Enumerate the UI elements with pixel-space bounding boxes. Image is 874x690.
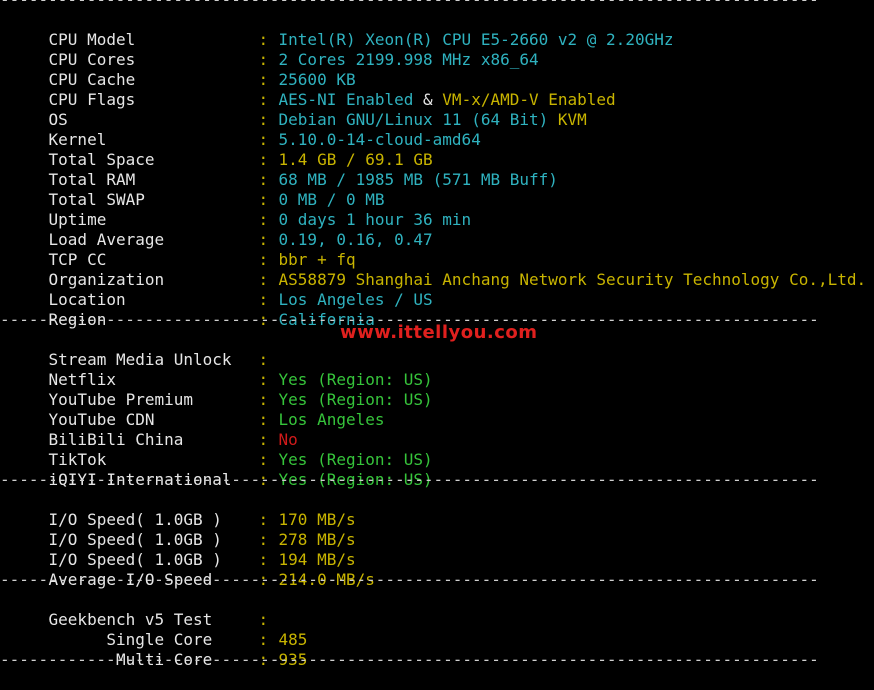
row-kernel: Kernel: 5.10.0-14-cloud-amd64 — [10, 110, 481, 149]
row-cpu-cache: CPU Cache: 25600 KB — [10, 50, 356, 89]
row-geekbench-header: Geekbench v5 Test: — [10, 590, 279, 629]
row-io-3: I/O Speed( 1.0GB ): 194 MB/s — [10, 530, 356, 569]
terminal-window[interactable]: ----------------------------------------… — [0, 0, 874, 670]
row-total-space: Total Space: 1.4 GB / 69.1 GB — [10, 130, 433, 169]
row-cpu-cores: CPU Cores: 2 Cores 2199.998 MHz x86_64 — [10, 30, 539, 69]
row-os: OS: Debian GNU/Linux 11 (64 Bit) KVM — [10, 90, 587, 129]
row-io-2: I/O Speed( 1.0GB ): 278 MB/s — [10, 510, 356, 549]
row-total-ram: Total RAM: 68 MB / 1985 MB (571 MB Buff) — [10, 150, 558, 189]
row-total-swap: Total SWAP: 0 MB / 0 MB — [10, 170, 385, 209]
divider-bottom: ----------------------------------------… — [0, 650, 820, 669]
divider-2: ----------------------------------------… — [0, 470, 820, 489]
row-cpu-model: CPU Model: Intel(R) Xeon(R) CPU E5-2660 … — [10, 10, 674, 49]
row-netflix: Netflix: Yes (Region: US) — [10, 350, 433, 389]
row-single-core: Single Core: 485 — [10, 610, 307, 649]
divider-top: ----------------------------------------… — [0, 0, 820, 10]
row-stream-header: Stream Media Unlock: — [10, 330, 279, 369]
row-multi-core: Multi Core: 935 — [10, 630, 307, 669]
row-region: Region: California — [10, 290, 375, 329]
row-location: Location: Los Angeles / US — [10, 270, 433, 309]
watermark: www.ittellyou.com — [340, 322, 538, 343]
row-io-average: Average I/O Speed: 214.0 MB/s — [10, 550, 375, 589]
row-load-average: Load Average: 0.19, 0.16, 0.47 — [10, 210, 433, 249]
row-youtube-cdn: YouTube CDN: Los Angeles — [10, 390, 385, 429]
row-io-1: I/O Speed( 1.0GB ): 170 MB/s — [10, 490, 356, 529]
row-uptime: Uptime: 0 days 1 hour 36 min — [10, 190, 472, 229]
row-cpu-flags: CPU Flags: AES-NI Enabled & VM-x/AMD-V E… — [10, 70, 616, 109]
row-iqiyi: iQIYI International: Yes (Region: US) — [10, 450, 433, 489]
divider-3: ----------------------------------------… — [0, 570, 820, 589]
value-virt: KVM — [548, 110, 587, 129]
row-organization: Organization: AS58879 Shanghai Anchang N… — [10, 250, 867, 289]
row-bilibili: BiliBili China: No — [10, 410, 298, 449]
row-youtube-premium: YouTube Premium: Yes (Region: US) — [10, 370, 433, 409]
row-tiktok: TikTok: Yes (Region: US) — [10, 430, 433, 469]
row-tcp-cc: TCP CC: bbr + fq — [10, 230, 356, 269]
